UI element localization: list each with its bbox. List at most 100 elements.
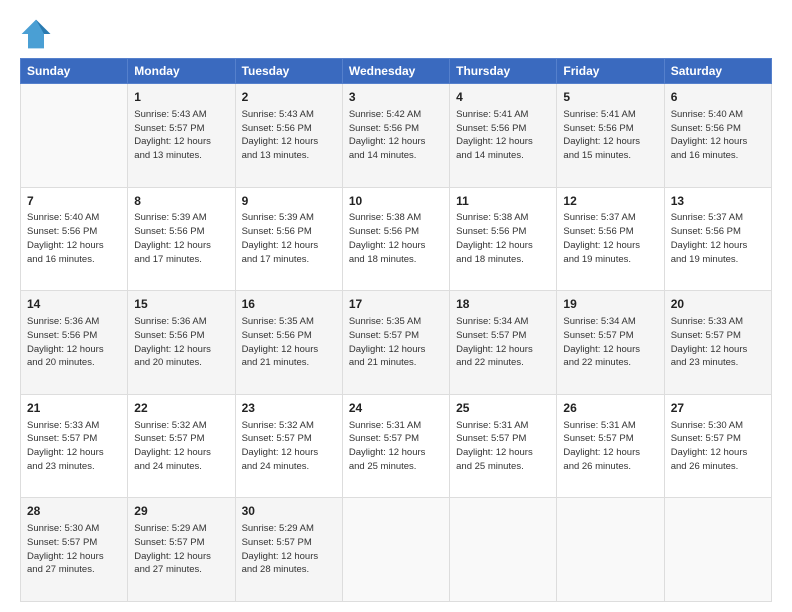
calendar-cell: 14 Sunrise: 5:36 AMSunset: 5:56 PMDayligh…	[21, 291, 128, 395]
day-number: 1	[134, 89, 228, 106]
cell-info: Sunrise: 5:39 AMSunset: 5:56 PMDaylight:…	[242, 211, 336, 266]
day-number: 21	[27, 400, 121, 417]
calendar-cell: 12Sunrise: 5:37 AMSunset: 5:56 PMDayligh…	[557, 187, 664, 291]
cell-info: Sunrise: 5:36 AMSunset: 5:56 PMDaylight:…	[134, 315, 228, 370]
calendar-cell: 3 Sunrise: 5:42 AMSunset: 5:56 PMDaylight…	[342, 84, 449, 188]
calendar-cell	[450, 498, 557, 602]
calendar-cell: 8Sunrise: 5:39 AMSunset: 5:56 PMDaylight…	[128, 187, 235, 291]
day-number: 29	[134, 503, 228, 520]
col-header-thursday: Thursday	[450, 59, 557, 84]
day-number: 16	[242, 296, 336, 313]
calendar-cell: 24 Sunrise: 5:31 AMSunset: 5:57 PMDayligh…	[342, 394, 449, 498]
day-number: 5	[563, 89, 657, 106]
cell-info: Sunrise: 5:33 AMSunset: 5:57 PMDaylight:…	[671, 315, 765, 370]
cell-info: Sunrise: 5:35 AMSunset: 5:56 PMDaylight:…	[242, 315, 336, 370]
day-number: 15	[134, 296, 228, 313]
day-number: 18	[456, 296, 550, 313]
cell-info: Sunrise: 5:39 AMSunset: 5:56 PMDaylight:…	[134, 211, 228, 266]
day-number: 25	[456, 400, 550, 417]
week-row-3: 21 Sunrise: 5:33 AMSunset: 5:57 PMDayligh…	[21, 394, 772, 498]
day-number: 2	[242, 89, 336, 106]
page: SundayMondayTuesdayWednesdayThursdayFrid…	[0, 0, 792, 612]
cell-info: Sunrise: 5:36 AMSunset: 5:56 PMDaylight:…	[27, 315, 121, 370]
calendar-cell: 21 Sunrise: 5:33 AMSunset: 5:57 PMDayligh…	[21, 394, 128, 498]
day-number: 30	[242, 503, 336, 520]
cell-info: Sunrise: 5:34 AMSunset: 5:57 PMDaylight:…	[563, 315, 657, 370]
day-number: 7	[27, 193, 121, 210]
week-row-2: 14 Sunrise: 5:36 AMSunset: 5:56 PMDayligh…	[21, 291, 772, 395]
cell-info: Sunrise: 5:43 AMSunset: 5:57 PMDaylight:…	[134, 108, 228, 163]
week-row-4: 28 Sunrise: 5:30 AMSunset: 5:57 PMDayligh…	[21, 498, 772, 602]
cell-info: Sunrise: 5:41 AMSunset: 5:56 PMDaylight:…	[456, 108, 550, 163]
day-number: 10	[349, 193, 443, 210]
calendar-cell: 30 Sunrise: 5:29 AMSunset: 5:57 PMDayligh…	[235, 498, 342, 602]
calendar-cell: 19Sunrise: 5:34 AMSunset: 5:57 PMDayligh…	[557, 291, 664, 395]
day-number: 23	[242, 400, 336, 417]
calendar-cell: 26Sunrise: 5:31 AMSunset: 5:57 PMDayligh…	[557, 394, 664, 498]
calendar-cell	[21, 84, 128, 188]
cell-info: Sunrise: 5:38 AMSunset: 5:56 PMDaylight:…	[349, 211, 443, 266]
calendar-cell: 4 Sunrise: 5:41 AMSunset: 5:56 PMDaylight…	[450, 84, 557, 188]
calendar-cell: 22 Sunrise: 5:32 AMSunset: 5:57 PMDayligh…	[128, 394, 235, 498]
cell-info: Sunrise: 5:31 AMSunset: 5:57 PMDaylight:…	[349, 419, 443, 474]
calendar-cell: 11Sunrise: 5:38 AMSunset: 5:56 PMDayligh…	[450, 187, 557, 291]
cell-info: Sunrise: 5:34 AMSunset: 5:57 PMDaylight:…	[456, 315, 550, 370]
day-number: 27	[671, 400, 765, 417]
calendar-cell	[557, 498, 664, 602]
day-number: 11	[456, 193, 550, 210]
day-number: 12	[563, 193, 657, 210]
cell-info: Sunrise: 5:33 AMSunset: 5:57 PMDaylight:…	[27, 419, 121, 474]
cell-info: Sunrise: 5:32 AMSunset: 5:57 PMDaylight:…	[134, 419, 228, 474]
header	[20, 18, 772, 50]
cell-info: Sunrise: 5:37 AMSunset: 5:56 PMDaylight:…	[563, 211, 657, 266]
calendar-cell: 20 Sunrise: 5:33 AMSunset: 5:57 PMDayligh…	[664, 291, 771, 395]
day-number: 13	[671, 193, 765, 210]
cell-info: Sunrise: 5:40 AMSunset: 5:56 PMDaylight:…	[671, 108, 765, 163]
calendar-cell: 6Sunrise: 5:40 AMSunset: 5:56 PMDaylight…	[664, 84, 771, 188]
cell-info: Sunrise: 5:30 AMSunset: 5:57 PMDaylight:…	[671, 419, 765, 474]
cell-info: Sunrise: 5:32 AMSunset: 5:57 PMDaylight:…	[242, 419, 336, 474]
cell-info: Sunrise: 5:31 AMSunset: 5:57 PMDaylight:…	[563, 419, 657, 474]
cell-info: Sunrise: 5:29 AMSunset: 5:57 PMDaylight:…	[242, 522, 336, 577]
calendar-cell: 1 Sunrise: 5:43 AMSunset: 5:57 PMDaylight…	[128, 84, 235, 188]
cell-info: Sunrise: 5:30 AMSunset: 5:57 PMDaylight:…	[27, 522, 121, 577]
day-number: 22	[134, 400, 228, 417]
calendar-cell	[342, 498, 449, 602]
cell-info: Sunrise: 5:43 AMSunset: 5:56 PMDaylight:…	[242, 108, 336, 163]
day-number: 8	[134, 193, 228, 210]
day-number: 14	[27, 296, 121, 313]
day-number: 24	[349, 400, 443, 417]
calendar-cell: 23 Sunrise: 5:32 AMSunset: 5:57 PMDayligh…	[235, 394, 342, 498]
logo	[20, 18, 56, 50]
cell-info: Sunrise: 5:29 AMSunset: 5:57 PMDaylight:…	[134, 522, 228, 577]
day-number: 4	[456, 89, 550, 106]
cell-info: Sunrise: 5:35 AMSunset: 5:57 PMDaylight:…	[349, 315, 443, 370]
calendar-cell: 5Sunrise: 5:41 AMSunset: 5:56 PMDaylight…	[557, 84, 664, 188]
calendar-cell: 10Sunrise: 5:38 AMSunset: 5:56 PMDayligh…	[342, 187, 449, 291]
col-header-wednesday: Wednesday	[342, 59, 449, 84]
calendar-cell: 25 Sunrise: 5:31 AMSunset: 5:57 PMDayligh…	[450, 394, 557, 498]
calendar-cell: 28 Sunrise: 5:30 AMSunset: 5:57 PMDayligh…	[21, 498, 128, 602]
col-header-saturday: Saturday	[664, 59, 771, 84]
calendar-cell: 18 Sunrise: 5:34 AMSunset: 5:57 PMDayligh…	[450, 291, 557, 395]
col-header-friday: Friday	[557, 59, 664, 84]
calendar-cell	[664, 498, 771, 602]
cell-info: Sunrise: 5:31 AMSunset: 5:57 PMDaylight:…	[456, 419, 550, 474]
header-row: SundayMondayTuesdayWednesdayThursdayFrid…	[21, 59, 772, 84]
cell-info: Sunrise: 5:40 AMSunset: 5:56 PMDaylight:…	[27, 211, 121, 266]
day-number: 20	[671, 296, 765, 313]
col-header-monday: Monday	[128, 59, 235, 84]
day-number: 3	[349, 89, 443, 106]
logo-icon	[20, 18, 52, 50]
calendar-cell: 17 Sunrise: 5:35 AMSunset: 5:57 PMDayligh…	[342, 291, 449, 395]
calendar-cell: 29 Sunrise: 5:29 AMSunset: 5:57 PMDayligh…	[128, 498, 235, 602]
calendar-cell: 9Sunrise: 5:39 AMSunset: 5:56 PMDaylight…	[235, 187, 342, 291]
cell-info: Sunrise: 5:42 AMSunset: 5:56 PMDaylight:…	[349, 108, 443, 163]
calendar-cell: 27 Sunrise: 5:30 AMSunset: 5:57 PMDayligh…	[664, 394, 771, 498]
calendar-cell: 7Sunrise: 5:40 AMSunset: 5:56 PMDaylight…	[21, 187, 128, 291]
col-header-sunday: Sunday	[21, 59, 128, 84]
calendar-cell: 16 Sunrise: 5:35 AMSunset: 5:56 PMDayligh…	[235, 291, 342, 395]
cell-info: Sunrise: 5:38 AMSunset: 5:56 PMDaylight:…	[456, 211, 550, 266]
day-number: 17	[349, 296, 443, 313]
day-number: 28	[27, 503, 121, 520]
